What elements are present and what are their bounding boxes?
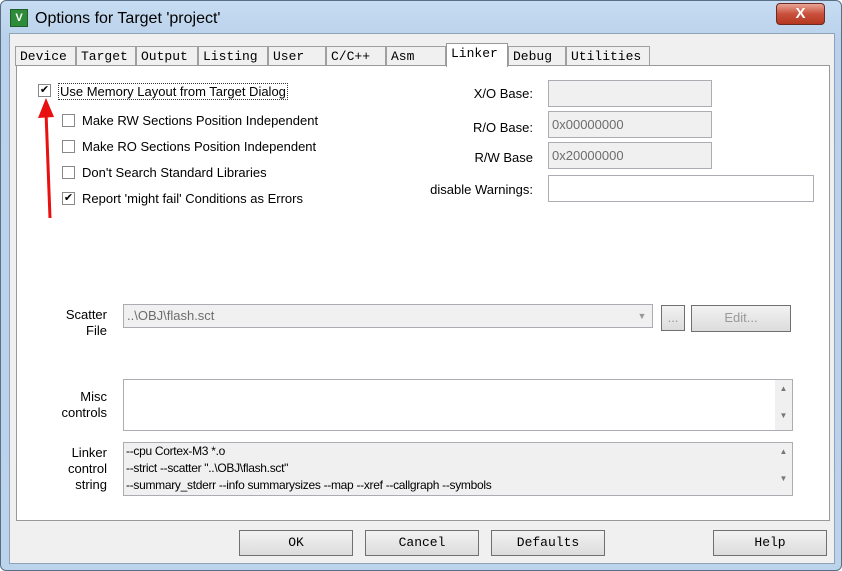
app-icon: V — [10, 9, 28, 27]
label-misc: Misc — [80, 389, 107, 404]
linker-panel: ✔ Use Memory Layout from Target Dialog M… — [16, 65, 830, 521]
tab-target[interactable]: Target — [76, 46, 136, 66]
misc-scrollbar[interactable]: ▲ ▼ — [775, 380, 792, 430]
ro-base-input[interactable]: 0x00000000 — [548, 111, 712, 138]
misc-controls-textarea[interactable]: ▲ ▼ — [123, 379, 793, 431]
defaults-button[interactable]: Defaults — [491, 530, 605, 556]
close-button[interactable]: X — [776, 3, 825, 25]
linker-scrollbar[interactable]: ▲ ▼ — [775, 443, 792, 495]
label-report-might-fail[interactable]: Report 'might fail' Conditions as Errors — [82, 191, 303, 206]
browse-button[interactable]: ... — [661, 305, 685, 331]
label-ro-position-independent[interactable]: Make RO Sections Position Independent — [82, 139, 316, 154]
checkbox-rw-position-independent[interactable] — [62, 114, 75, 127]
label-rw-base: R/W Base — [474, 150, 533, 165]
dialog-window: V Options for Target 'project' X Device … — [0, 0, 842, 571]
label-xo-base: X/O Base: — [473, 86, 533, 101]
tab-debug[interactable]: Debug — [508, 46, 566, 66]
help-button[interactable]: Help — [713, 530, 827, 556]
label-use-memory-layout[interactable]: Use Memory Layout from Target Dialog — [58, 83, 288, 100]
tab-asm[interactable]: Asm — [386, 46, 446, 66]
label-linker-control: control — [67, 461, 107, 476]
tab-device[interactable]: Device — [15, 46, 76, 66]
label-linker-string: string — [75, 477, 107, 492]
checkbox-report-might-fail[interactable]: ✔ — [62, 192, 75, 205]
label-scatter: Scatter — [65, 307, 107, 322]
title-bar: V Options for Target 'project' X — [1, 1, 842, 37]
label-disable-warnings: disable Warnings: — [430, 182, 533, 197]
label-scatter-file: File — [86, 323, 107, 338]
tab-cpp[interactable]: C/C++ — [326, 46, 386, 66]
checkbox-ro-position-independent[interactable] — [62, 140, 75, 153]
dialog-client: Device Target Output Listing User C/C++ … — [9, 33, 835, 564]
tab-output[interactable]: Output — [136, 46, 198, 66]
tab-linker[interactable]: Linker — [446, 43, 508, 67]
cancel-button[interactable]: Cancel — [365, 530, 479, 556]
tab-utilities[interactable]: Utilities — [566, 46, 650, 66]
linker-line: --cpu Cortex-M3 *.o — [126, 444, 225, 458]
label-dont-search-std-libs[interactable]: Don't Search Standard Libraries — [82, 165, 267, 180]
linker-line: --summary_stderr --info summarysizes --m… — [126, 478, 492, 492]
label-rw-position-independent[interactable]: Make RW Sections Position Independent — [82, 113, 318, 128]
label-ro-base: R/O Base: — [473, 120, 533, 135]
scatter-file-value: ..\OBJ\flash.sct — [127, 308, 215, 323]
dropdown-arrow-icon[interactable]: ▼ — [634, 308, 650, 324]
linker-line: --strict --scatter "..\OBJ\flash.sct" — [126, 461, 289, 475]
ok-button[interactable]: OK — [239, 530, 353, 556]
scatter-file-combobox[interactable]: ..\OBJ\flash.sct ▼ — [123, 304, 653, 328]
disable-warnings-input[interactable] — [548, 175, 814, 202]
linker-control-string-textarea[interactable]: --cpu Cortex-M3 *.o --strict --scatter "… — [123, 442, 793, 496]
tab-listing[interactable]: Listing — [198, 46, 268, 66]
label-linker: Linker — [71, 445, 107, 460]
rw-base-input[interactable]: 0x20000000 — [548, 142, 712, 169]
label-misc-controls: controls — [61, 405, 107, 420]
window-title: Options for Target 'project' — [35, 10, 221, 27]
red-arrow-annotation — [38, 98, 54, 219]
xo-base-input[interactable] — [548, 80, 712, 107]
checkbox-dont-search-std-libs[interactable] — [62, 166, 75, 179]
tab-user[interactable]: User — [268, 46, 326, 66]
edit-button[interactable]: Edit... — [691, 305, 791, 332]
